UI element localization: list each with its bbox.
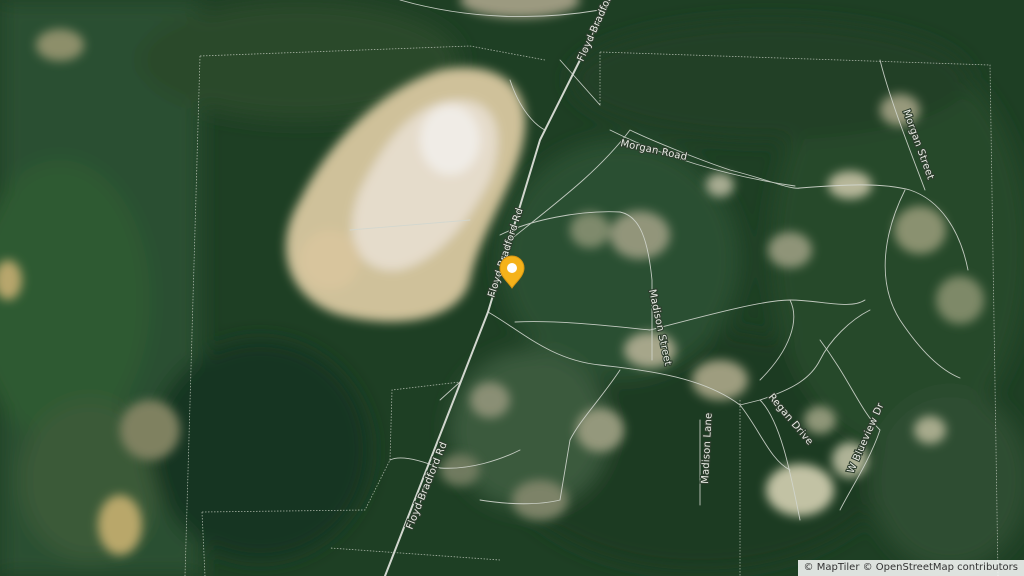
map-attribution: © MapTiler © OpenStreetMap contributors [797, 560, 1024, 576]
attribution-maptiler[interactable]: © MapTiler [804, 562, 860, 573]
attribution-osm[interactable]: © OpenStreetMap contributors [863, 562, 1018, 573]
map-canvas[interactable]: Floyd-Bradford Floyd-Bradford Rd Floyd-B… [0, 0, 1024, 576]
map-pin-icon[interactable] [498, 254, 526, 290]
